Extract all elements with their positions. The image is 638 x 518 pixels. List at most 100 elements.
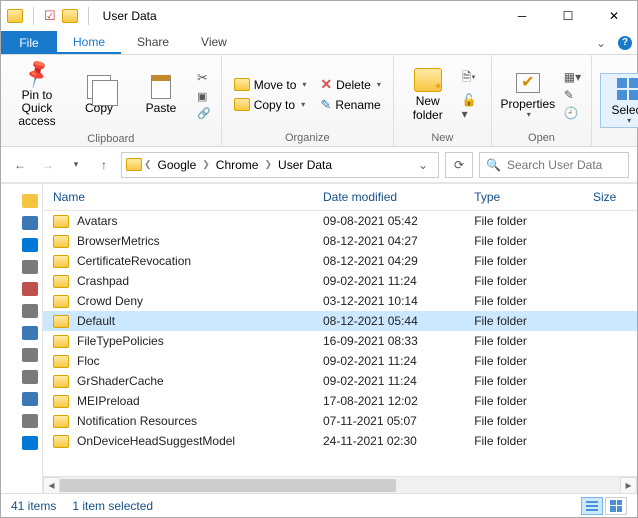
horizontal-scrollbar[interactable]: ◂ ▸ xyxy=(43,476,637,493)
table-row[interactable]: GrShaderCache09-02-2021 11:24File folder xyxy=(43,371,637,391)
new-item-button[interactable]: 🗎▾ xyxy=(462,68,481,89)
sidebar-item[interactable] xyxy=(1,410,42,432)
minimize-button[interactable]: ─ xyxy=(499,1,545,31)
table-row[interactable]: BrowserMetrics08-12-2021 04:27File folde… xyxy=(43,231,637,251)
scroll-right-button[interactable]: ▸ xyxy=(620,477,637,494)
sidebar-icon xyxy=(22,348,38,362)
tab-view[interactable]: View xyxy=(185,31,243,54)
file-name: Default xyxy=(77,314,115,328)
file-date: 09-08-2021 05:42 xyxy=(313,211,464,232)
file-list[interactable]: Name Date modified Type Size Avatars09-0… xyxy=(43,184,637,476)
maximize-button[interactable]: ☐ xyxy=(545,1,591,31)
address-bar[interactable]: ❮ Google ❯ Chrome ❯ User Data ⌄ xyxy=(121,152,439,178)
paste-button[interactable]: Paste xyxy=(133,72,189,117)
chevron-right-icon[interactable]: ❯ xyxy=(264,159,272,170)
copy-button[interactable]: Copy xyxy=(71,72,127,117)
group-organize-label: Organize xyxy=(285,130,330,144)
sidebar-item[interactable] xyxy=(1,256,42,278)
recent-locations-button[interactable]: ▾ xyxy=(65,154,87,176)
breadcrumb-google[interactable]: Google xyxy=(154,156,201,174)
copy-path-button[interactable]: ▣ xyxy=(197,90,211,103)
chevron-right-icon[interactable]: ❮ xyxy=(144,159,152,170)
help-button[interactable]: ? xyxy=(613,31,637,54)
table-row[interactable]: Notification Resources07-11-2021 05:07Fi… xyxy=(43,411,637,431)
large-icons-view-button[interactable] xyxy=(605,497,627,515)
file-size xyxy=(583,271,637,291)
select-button[interactable]: Select ▾ xyxy=(600,73,638,129)
sidebar-item[interactable] xyxy=(1,366,42,388)
column-size[interactable]: Size xyxy=(583,184,637,211)
qat-properties-icon[interactable]: ☑ xyxy=(44,8,56,24)
table-row[interactable]: Default08-12-2021 05:44File folder xyxy=(43,311,637,331)
easy-access-button[interactable]: 🔓▾ xyxy=(462,93,481,121)
file-size xyxy=(583,371,637,391)
tab-file[interactable]: File xyxy=(1,31,57,54)
table-row[interactable]: OnDeviceHeadSuggestModel24-11-2021 02:30… xyxy=(43,431,637,451)
pin-label: Pin to Quick access xyxy=(11,89,63,129)
table-row[interactable]: MEIPreload17-08-2021 12:02File folder xyxy=(43,391,637,411)
sidebar-icon xyxy=(22,436,38,450)
ribbon-collapse-button[interactable]: ⌄ xyxy=(589,31,613,54)
breadcrumb-chrome[interactable]: Chrome xyxy=(212,156,263,174)
copy-to-label: Copy to xyxy=(254,98,295,112)
address-dropdown-button[interactable]: ⌄ xyxy=(412,158,434,172)
search-box[interactable]: 🔍 Search User Data xyxy=(479,152,629,178)
chevron-right-icon[interactable]: ❯ xyxy=(202,159,210,170)
new-small-buttons: 🗎▾ 🔓▾ xyxy=(460,68,483,121)
folder-icon xyxy=(53,335,69,348)
column-name[interactable]: Name xyxy=(43,184,313,211)
scroll-thumb[interactable] xyxy=(60,479,396,492)
refresh-button[interactable]: ⟳ xyxy=(445,152,473,178)
file-date: 09-02-2021 11:24 xyxy=(313,351,464,371)
open-button[interactable]: ▦▾ xyxy=(564,70,581,84)
new-folder-button[interactable]: New folder xyxy=(402,65,454,123)
sidebar-item[interactable] xyxy=(1,344,42,366)
sidebar-item[interactable] xyxy=(1,234,42,256)
table-row[interactable]: Avatars09-08-2021 05:42File folder xyxy=(43,211,637,232)
sidebar-item[interactable] xyxy=(1,300,42,322)
file-date: 08-12-2021 04:27 xyxy=(313,231,464,251)
close-button[interactable]: ✕ xyxy=(591,1,637,31)
sidebar-icon xyxy=(22,414,38,428)
scroll-left-button[interactable]: ◂ xyxy=(43,477,60,494)
breadcrumb-userdata[interactable]: User Data xyxy=(274,156,336,174)
sidebar-item[interactable] xyxy=(1,388,42,410)
file-size xyxy=(583,251,637,271)
file-type: File folder xyxy=(464,291,583,311)
nav-pane[interactable] xyxy=(1,184,43,493)
forward-button[interactable]: → xyxy=(37,154,59,176)
table-row[interactable]: FileTypePolicies16-09-2021 08:33File fol… xyxy=(43,331,637,351)
ribbon-tabs: File Home Share View ⌄ ? xyxy=(1,31,637,55)
group-clipboard-label: Clipboard xyxy=(87,131,134,145)
tab-share[interactable]: Share xyxy=(121,31,185,54)
back-button[interactable]: ← xyxy=(9,154,31,176)
up-button[interactable]: ↑ xyxy=(93,154,115,176)
folder-icon xyxy=(7,9,23,23)
history-button[interactable]: 🕘 xyxy=(564,106,581,120)
table-row[interactable]: CertificateRevocation08-12-2021 04:29Fil… xyxy=(43,251,637,271)
sidebar-item[interactable] xyxy=(1,190,42,212)
rename-button[interactable]: ✎ Rename xyxy=(316,96,384,114)
move-to-button[interactable]: Move to▾ xyxy=(230,76,311,94)
properties-button[interactable]: ✔ Properties ▾ xyxy=(500,68,556,122)
edit-button[interactable]: ✎ xyxy=(564,88,581,102)
delete-button[interactable]: ✕ Delete▾ xyxy=(316,75,384,94)
sidebar-item[interactable] xyxy=(1,432,42,454)
cut-button[interactable]: ✂ xyxy=(197,70,211,86)
tab-home[interactable]: Home xyxy=(57,31,121,54)
table-row[interactable]: Crashpad09-02-2021 11:24File folder xyxy=(43,271,637,291)
sidebar-item[interactable] xyxy=(1,278,42,300)
paste-shortcut-button[interactable]: 🔗 xyxy=(197,107,211,120)
copy-to-button[interactable]: Copy to▾ xyxy=(230,96,311,114)
sidebar-item[interactable] xyxy=(1,212,42,234)
table-row[interactable]: Floc09-02-2021 11:24File folder xyxy=(43,351,637,371)
column-type[interactable]: Type xyxy=(464,184,583,211)
file-date: 24-11-2021 02:30 xyxy=(313,431,464,451)
details-view-button[interactable] xyxy=(581,497,603,515)
sidebar-item[interactable] xyxy=(1,322,42,344)
table-row[interactable]: Crowd Deny03-12-2021 10:14File folder xyxy=(43,291,637,311)
ribbon: 📌 Pin to Quick access Copy Paste ✂ ▣ 🔗 C… xyxy=(1,55,637,147)
column-date[interactable]: Date modified xyxy=(313,184,464,211)
pin-quick-access-button[interactable]: 📌 Pin to Quick access xyxy=(9,59,65,131)
scroll-track[interactable] xyxy=(60,477,620,494)
